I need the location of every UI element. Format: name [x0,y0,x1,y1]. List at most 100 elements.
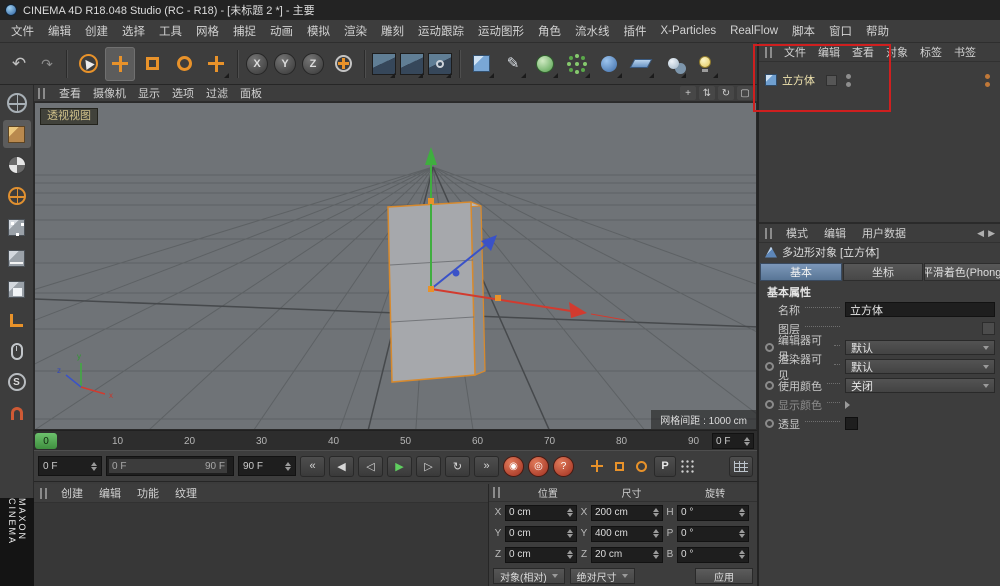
menu-item[interactable]: 编辑 [41,21,78,41]
attribute-menu-item[interactable]: 编辑 [816,224,854,242]
render-picture-viewer-button[interactable] [399,47,425,81]
menu-item[interactable]: 网格 [189,21,226,41]
apply-button[interactable]: 应用 [695,568,753,584]
end-frame-spinner[interactable]: 90 F [238,456,296,476]
add-primitive-button[interactable] [466,47,496,81]
object-manager-menu-item[interactable]: 书签 [948,43,982,61]
viewport-menu-item[interactable]: 选项 [166,84,200,102]
menu-item[interactable]: 创建 [78,21,115,41]
name-input[interactable]: 立方体 [845,302,995,317]
material-menu-item[interactable]: 编辑 [91,484,129,502]
panel-grip-icon[interactable] [38,88,47,99]
key-scale-toggle[interactable] [610,457,628,475]
spinner-arrows-icon[interactable] [744,437,750,446]
menu-item[interactable]: 窗口 [822,21,859,41]
move-tool[interactable] [105,47,135,81]
record-keyframe-button[interactable]: ◉ [503,456,524,477]
environment-button[interactable] [626,47,656,81]
basic-properties-section-header[interactable]: 基本属性 [759,283,1000,300]
polygon-mode-button[interactable] [3,275,31,303]
object-manager-menu-item[interactable]: 文件 [778,43,812,61]
pos-z-input[interactable]: 0 cm [505,547,577,563]
menu-item[interactable]: 流水线 [568,21,617,41]
panel-grip-icon[interactable] [765,47,774,58]
menu-item[interactable]: 模拟 [300,21,337,41]
render-settings-button[interactable] [427,47,453,81]
size-z-input[interactable]: 20 cm [591,547,663,563]
tab-phong[interactable]: 平滑着色(Phong) [924,263,1000,281]
material-list-area[interactable] [34,503,488,586]
rot-p-input[interactable]: 0 ° [677,526,749,542]
key-position-toggle[interactable] [588,457,606,475]
autokey-button[interactable]: ◎ [528,456,549,477]
spline-pen-button[interactable]: ✎ [498,47,528,81]
point-mode-button[interactable] [3,213,31,241]
array-generator-button[interactable] [562,47,592,81]
viewport-menu-item[interactable]: 显示 [132,84,166,102]
menu-item[interactable]: RealFlow [723,23,785,39]
axis-workplane-button[interactable] [3,306,31,334]
panel-grip-icon[interactable] [40,488,49,499]
keyframe-dot-icon[interactable] [765,343,774,352]
object-manager-menu-item[interactable]: 查看 [846,43,880,61]
timeline-ruler[interactable]: 0 102030405060708090 0 F [34,430,757,450]
keyframe-dot-icon[interactable] [765,362,774,371]
size-mode-dropdown[interactable]: 绝对尺寸 [570,568,635,584]
rotate-view-icon[interactable]: ↻ [718,86,734,100]
snap-button[interactable]: S [3,368,31,396]
material-menu-item[interactable]: 功能 [129,484,167,502]
menu-item[interactable]: 角色 [531,21,568,41]
attribute-menu-item[interactable]: 模式 [778,224,816,242]
menu-item[interactable]: 捕捉 [226,21,263,41]
size-x-input[interactable]: 200 cm [591,505,663,521]
history-back-icon[interactable]: ◀ [977,228,984,239]
zoom-view-icon[interactable]: ⇅ [699,86,715,100]
menu-item[interactable]: 文件 [4,21,41,41]
viewport-menu-item[interactable]: 查看 [53,84,87,102]
frame-number-field[interactable]: 0 F [712,433,754,449]
key-point-level-toggle[interactable] [680,459,695,474]
magnet-snap-button[interactable] [3,399,31,427]
light-button[interactable] [690,47,720,81]
menu-item[interactable]: 脚本 [785,21,822,41]
redo-button[interactable]: ↷ [34,47,60,81]
subdivision-surface-button[interactable] [530,47,560,81]
menu-item[interactable]: X-Particles [654,23,724,39]
timeline-window-button[interactable] [729,456,753,477]
live-selection-tool[interactable] [73,47,103,81]
menu-item[interactable]: 运动跟踪 [411,21,471,41]
next-frame-button[interactable]: ▷ [416,456,441,477]
menu-item[interactable]: 渲染 [337,21,374,41]
layer-browser-button[interactable] [982,322,995,335]
previous-frame-button[interactable]: ◁ [358,456,383,477]
object-tag-dots-icon[interactable] [985,74,990,87]
preview-range-slider[interactable]: 0 F 90 F [106,456,234,476]
panel-grip-icon[interactable] [765,228,774,239]
menu-item[interactable]: 插件 [617,21,654,41]
current-frame-spinner[interactable]: 0 F [38,456,102,476]
xray-checkbox[interactable] [845,417,858,430]
tab-basic[interactable]: 基本 [760,263,842,281]
viewport-label[interactable]: 透视视图 [40,108,98,125]
use-color-dropdown[interactable]: 关闭 [845,378,995,393]
goto-end-button[interactable]: » [474,456,499,477]
instance-button[interactable] [658,47,688,81]
menu-item[interactable]: 帮助 [859,21,896,41]
goto-start-button[interactable]: « [300,456,325,477]
keyframe-dot-icon[interactable] [765,419,774,428]
viewport-menu-item[interactable]: 过滤 [200,84,234,102]
maximize-view-icon[interactable]: ▢ [737,86,753,100]
object-manager-menu-item[interactable]: 编辑 [812,43,846,61]
object-row-cube[interactable]: 立方体 [759,71,1000,89]
history-forward-icon[interactable]: ▶ [988,228,995,239]
coordinate-system-button[interactable] [328,47,358,81]
key-rotation-toggle[interactable] [632,457,650,475]
keyframe-dot-icon[interactable] [765,400,774,409]
rot-b-input[interactable]: 0 ° [677,547,749,563]
previous-key-button[interactable]: ◀ [329,456,354,477]
render-view-button[interactable] [371,47,397,81]
play-button[interactable]: ▶ [387,456,412,477]
texture-mode-button[interactable] [3,151,31,179]
size-y-input[interactable]: 400 cm [591,526,663,542]
material-menu-item[interactable]: 纹理 [167,484,205,502]
